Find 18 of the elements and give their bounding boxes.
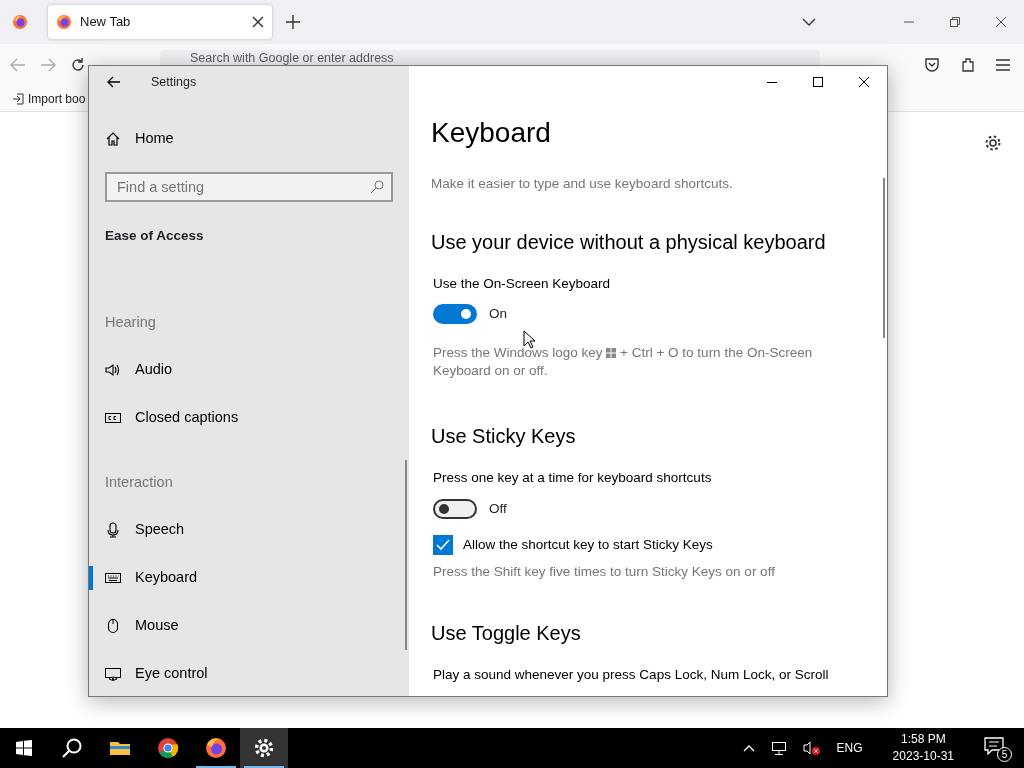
page-title: Keyboard [431, 116, 552, 150]
setting-label: Use the On-Screen Keyboard [433, 274, 612, 293]
setting-label: Play a sound whenever you press Caps Lock, Num Lock, or Scroll [433, 666, 830, 685]
setting-label: Press one key at a time for keyboard shortcuts [433, 469, 713, 488]
section-heading: Use Toggle Keys [431, 621, 582, 646]
toggle-state: Off [489, 499, 507, 518]
notification-count: 5 [997, 746, 1012, 762]
checkbox-label: Allow the shortcut key to start Sticky Keys [463, 535, 713, 554]
section-heading: Use your device without a physical keyboard [431, 229, 827, 254]
page-description: Make it easier to type and use keyboard shortcuts. [431, 174, 734, 193]
category-heading: Ease of Access [104, 227, 205, 245]
group-heading: Hearing [104, 313, 157, 333]
group-heading: Interaction [104, 473, 174, 492]
section-heading: Use Sticky Keys [431, 424, 577, 449]
hint-text: Press the Shift key five times to turn Sticky Keys on or off [433, 563, 776, 582]
hint-text: Press the Windows logo key + Ctrl + O to turn the On-Screen Keyboard on or off. [433, 344, 814, 381]
toggle-state: On [489, 305, 507, 324]
window-title: Settings [151, 73, 197, 91]
